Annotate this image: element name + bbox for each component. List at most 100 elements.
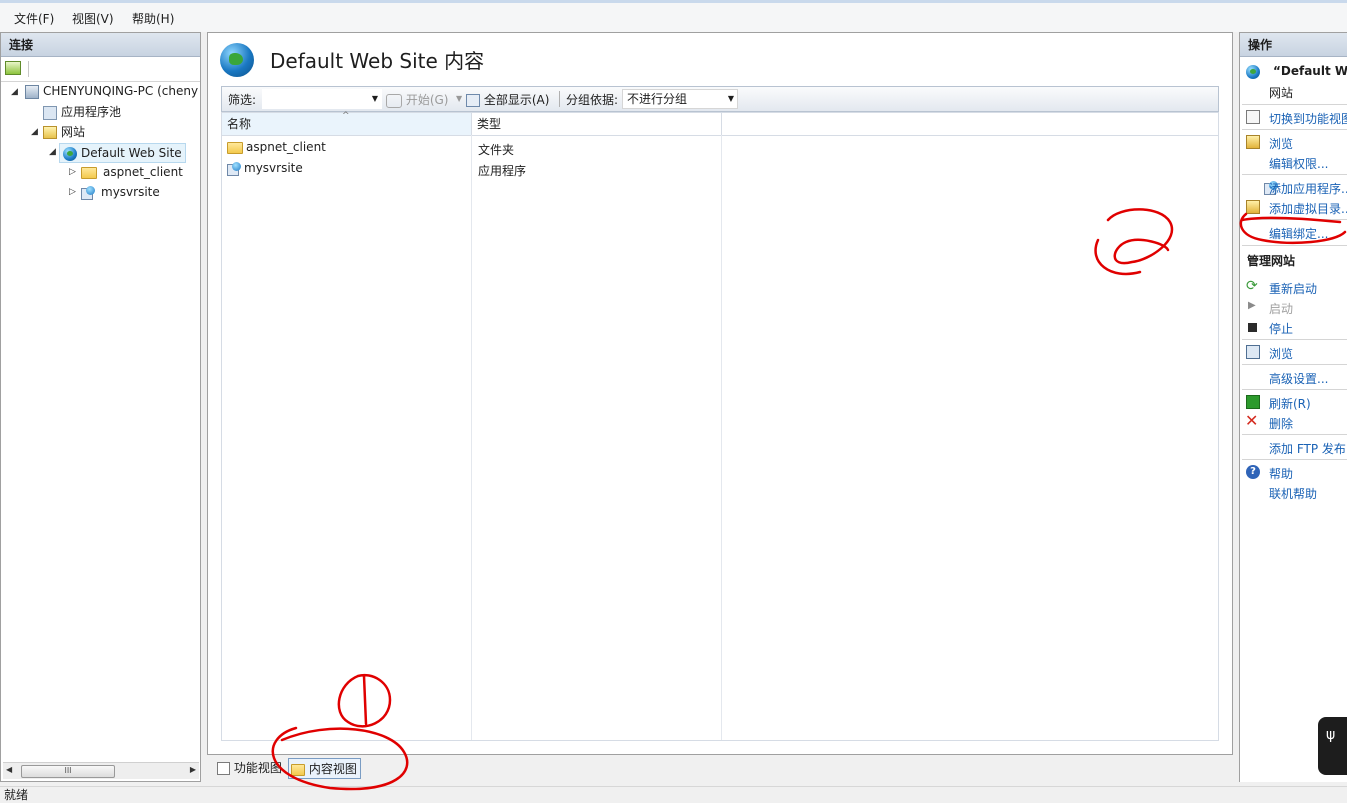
start-button[interactable]: 开始(G) xyxy=(386,91,449,108)
row-name: mysvrsite xyxy=(244,161,303,175)
dropdown-arrow-icon[interactable]: ▼ xyxy=(372,90,378,108)
site-globe-icon xyxy=(220,43,254,77)
tree-default-site[interactable]: Default Web Site xyxy=(59,143,186,163)
tree-sites-label: 网站 xyxy=(61,125,86,139)
column-name-label: 名称 xyxy=(227,117,252,131)
application-icon xyxy=(81,185,95,200)
table-row[interactable]: mysvrsite xyxy=(227,161,303,176)
divider xyxy=(1242,434,1347,435)
scroll-left-icon[interactable]: ◀ xyxy=(6,765,12,774)
tree-sites[interactable]: 网站 xyxy=(43,123,85,141)
floating-widget[interactable]: ψ xyxy=(1318,717,1347,775)
content-view-button[interactable]: 内容视图 xyxy=(288,758,361,779)
browse-site-link[interactable]: 浏览 xyxy=(1269,345,1293,362)
globe-icon xyxy=(63,146,77,161)
expand-icon[interactable]: ▷ xyxy=(69,167,76,177)
advanced-settings-link[interactable]: 高级设置... xyxy=(1269,370,1328,387)
sort-ascending-icon: ^ xyxy=(342,111,350,121)
start-icon: ▶ xyxy=(1248,300,1256,311)
connections-title: 连接 xyxy=(1,33,200,57)
browse-link[interactable]: 浏览 xyxy=(1269,135,1293,152)
tree-mysvrsite[interactable]: mysvrsite xyxy=(81,183,160,201)
menu-help[interactable]: 帮助(H) xyxy=(132,10,174,27)
view-switch: 功能视图 内容视图 xyxy=(207,756,1233,782)
actions-title: 操作 xyxy=(1240,33,1347,57)
browse-folder-icon xyxy=(1246,135,1260,149)
row-type: 文件夹 xyxy=(478,143,515,157)
restart-link[interactable]: 重新启动 xyxy=(1269,280,1317,297)
delete-icon: ✕ xyxy=(1245,411,1259,430)
widget-icon: ψ xyxy=(1326,727,1336,743)
actions-panel: 操作 “Default We 网站 切换到功能视图 浏览 编辑权限... 添加应… xyxy=(1239,32,1347,782)
collapse-icon[interactable]: ◢ xyxy=(11,87,18,97)
group-by-value: 不进行分组 xyxy=(627,92,688,106)
add-ftp-link[interactable]: 添加 FTP 发布... xyxy=(1269,440,1347,457)
tree-aspnet-client[interactable]: aspnet_client xyxy=(81,163,183,181)
binoculars-icon xyxy=(386,93,402,108)
scroll-right-icon[interactable]: ▶ xyxy=(190,765,196,774)
filter-input[interactable]: ▼ xyxy=(262,89,382,109)
tree-app-pools[interactable]: 应用程序池 xyxy=(43,103,121,121)
tree-app-pools-label: 应用程序池 xyxy=(61,105,122,119)
edit-bindings-link[interactable]: 编辑绑定... xyxy=(1269,225,1328,242)
folder-icon xyxy=(81,166,97,179)
divider xyxy=(1242,174,1347,175)
start-button-label: 开始(G) xyxy=(405,93,449,107)
start-dropdown-icon[interactable]: ▼ xyxy=(456,94,462,103)
help-icon: ? xyxy=(1246,465,1260,479)
add-virtual-dir-link[interactable]: 添加虚拟目录... xyxy=(1269,200,1347,217)
status-bar: 就绪 xyxy=(0,786,1347,802)
divider xyxy=(1242,459,1347,460)
divider xyxy=(1242,104,1347,105)
refresh-link[interactable]: 刷新(R) xyxy=(1269,395,1311,412)
sites-folder-icon xyxy=(43,126,57,139)
content-view-icon xyxy=(291,763,305,776)
restart-icon: ⟳ xyxy=(1246,278,1258,294)
collapse-icon[interactable]: ◢ xyxy=(31,127,38,137)
switch-view-icon xyxy=(1246,110,1260,124)
app-pool-icon xyxy=(43,105,57,120)
connect-icon[interactable] xyxy=(5,61,21,75)
dropdown-arrow-icon[interactable]: ▼ xyxy=(728,90,734,108)
content-panel: Default Web Site 内容 筛选: ▼ 开始(G) ▼ 全部显示(A… xyxy=(207,32,1233,755)
column-header-name[interactable]: 名称 ^ xyxy=(222,111,472,135)
scroll-thumb[interactable]: III xyxy=(21,765,115,778)
divider xyxy=(1242,219,1347,220)
menu-view[interactable]: 视图(V) xyxy=(72,10,114,27)
page-title: Default Web Site 内容 xyxy=(270,49,485,73)
application-icon xyxy=(227,161,241,176)
toolbar-divider xyxy=(559,91,560,107)
show-all-button[interactable]: 全部显示(A) xyxy=(466,91,549,108)
features-view-label: 功能视图 xyxy=(233,761,282,775)
server-icon xyxy=(25,84,39,99)
add-application-link[interactable]: 添加应用程序... xyxy=(1269,180,1347,197)
menu-file[interactable]: 文件(F) xyxy=(14,10,54,27)
collapse-icon[interactable]: ◢ xyxy=(49,147,56,157)
column-header-empty xyxy=(722,113,1218,135)
online-help-link[interactable]: 联机帮助 xyxy=(1269,485,1317,502)
group-by-select[interactable]: 不进行分组 ▼ xyxy=(622,89,738,109)
content-list: 名称 ^ 类型 aspnet_client 文件夹 mysvrsite 应用程序 xyxy=(221,111,1219,741)
tree-default-site-label: Default Web Site xyxy=(81,146,182,160)
menu-bar: 文件(F) 视图(V) 帮助(H) xyxy=(0,0,1347,32)
column-header-type[interactable]: 类型 xyxy=(472,113,722,135)
actions-site-label: 网站 xyxy=(1269,86,1294,100)
column-type-label: 类型 xyxy=(477,117,502,131)
table-row[interactable]: aspnet_client xyxy=(227,140,326,154)
help-link[interactable]: 帮助 xyxy=(1269,465,1293,482)
stop-link[interactable]: 停止 xyxy=(1269,320,1293,337)
horizontal-scrollbar[interactable]: ◀ III ▶ xyxy=(3,762,199,779)
manage-site-title: 管理网站 xyxy=(1247,254,1296,268)
edit-permissions-link[interactable]: 编辑权限... xyxy=(1269,155,1328,172)
features-view-icon xyxy=(217,762,230,775)
filter-bar: 筛选: ▼ 开始(G) ▼ 全部显示(A) 分组依据: 不进行分组 ▼ xyxy=(221,86,1219,112)
show-all-icon xyxy=(466,94,480,107)
expand-icon[interactable]: ▷ xyxy=(69,187,76,197)
delete-link[interactable]: 删除 xyxy=(1269,415,1293,432)
switch-features-link[interactable]: 切换到功能视图 xyxy=(1269,110,1347,127)
status-text: 就绪 xyxy=(4,788,29,802)
features-view-button[interactable]: 功能视图 xyxy=(215,758,285,779)
start-link[interactable]: 启动 xyxy=(1269,300,1293,317)
tree-server[interactable]: CHENYUNQING-PC (cheny xyxy=(25,82,198,100)
header-divider xyxy=(222,135,1218,136)
